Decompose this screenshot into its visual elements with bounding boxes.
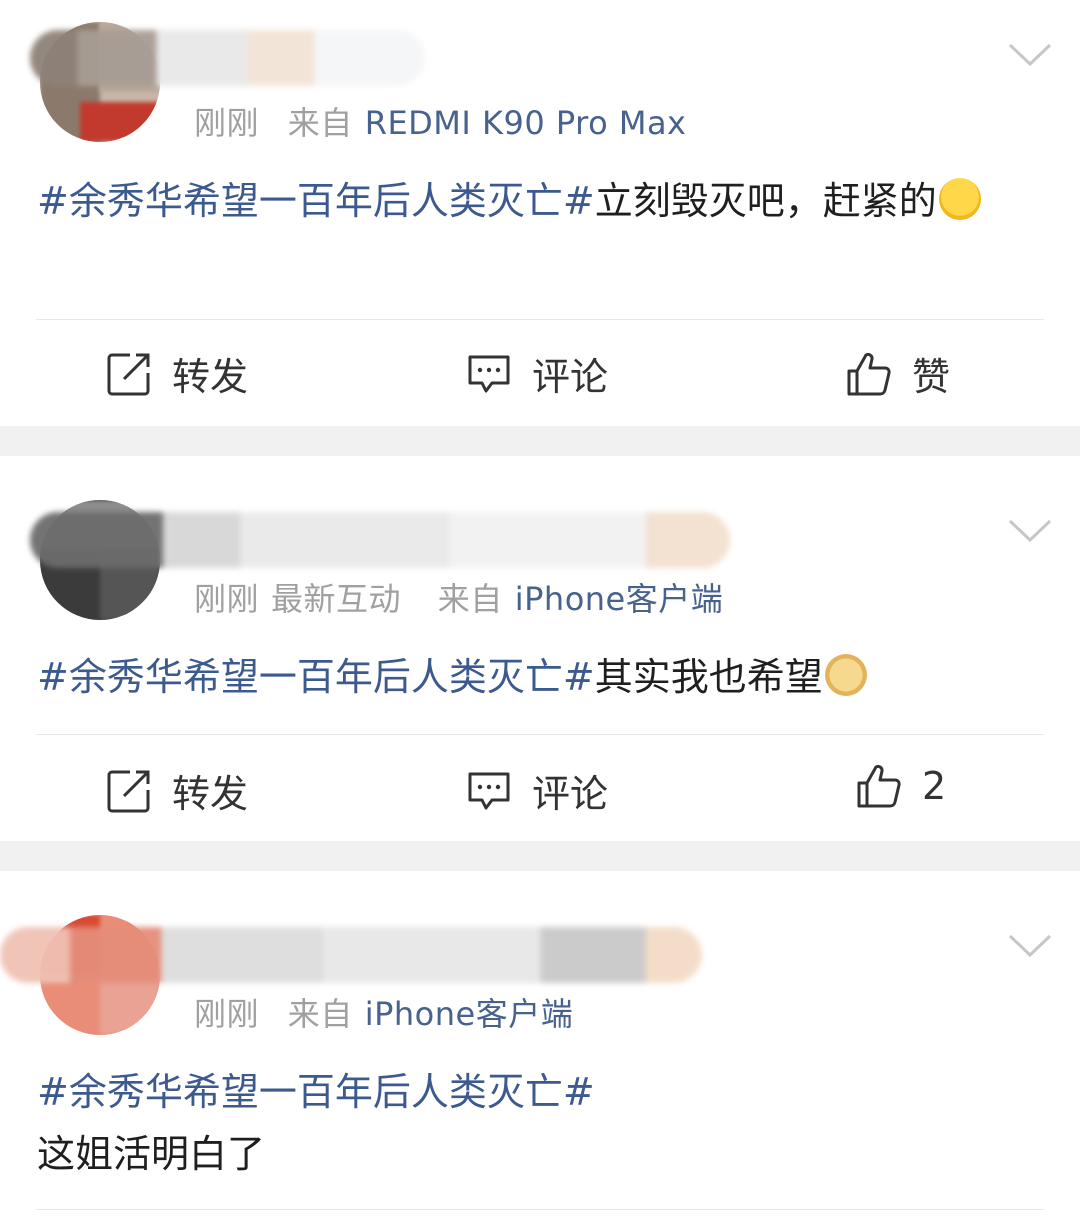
divider	[36, 1209, 1044, 1210]
post-source-prefix: 来自	[437, 580, 503, 618]
thumbs-up-icon	[857, 764, 901, 808]
post-source[interactable]: iPhone客户端	[365, 995, 574, 1033]
post-meta: 刚刚 最新互动 来自 iPhone客户端	[194, 574, 723, 620]
chevron-down-icon[interactable]	[1008, 518, 1052, 544]
post-source[interactable]: REDMI K90 Pro Max	[365, 104, 687, 142]
laughing-cry-emoji-icon	[938, 178, 981, 220]
post-1: 刚刚 来自 REDMI K90 Pro Max #余秀华希望一百年后人类灭亡#立刻…	[0, 0, 1080, 426]
divider	[36, 734, 1044, 735]
post-text: 其实我也希望	[594, 655, 823, 699]
post-2: 刚刚 最新互动 来自 iPhone客户端 #余秀华希望一百年后人类灭亡#其实我也希望…	[0, 456, 1080, 841]
post-meta: 刚刚 来自 iPhone客户端	[194, 989, 573, 1035]
post-time: 刚刚	[194, 104, 260, 142]
like-button[interactable]: 赞	[846, 346, 950, 401]
post-time: 刚刚	[194, 995, 260, 1033]
post-text: 立刻毁灭吧，赶紧的	[594, 179, 937, 223]
comment-icon	[468, 355, 510, 392]
post-extra: 最新互动	[271, 580, 402, 618]
chevron-down-icon[interactable]	[1008, 42, 1052, 68]
topic-link[interactable]: #余秀华希望一百年后人类灭亡#	[37, 1061, 1047, 1123]
like-count: 2	[922, 764, 947, 808]
post-text: 这姐活明白了	[37, 1132, 266, 1176]
like-label: 赞	[912, 355, 951, 399]
post-separator	[0, 841, 1080, 871]
post-separator	[0, 426, 1080, 456]
chevron-down-icon[interactable]	[1008, 933, 1052, 959]
topic-link[interactable]: #余秀华希望一百年后人类灭亡#	[37, 179, 595, 223]
post-meta: 刚刚 来自 REDMI K90 Pro Max	[194, 98, 686, 144]
comment-button[interactable]: 评论	[466, 346, 608, 401]
post-source[interactable]: iPhone客户端	[515, 580, 724, 618]
comment-icon	[468, 772, 510, 809]
repost-icon	[107, 353, 150, 395]
divider	[36, 319, 1044, 320]
post-source-prefix: 来自	[287, 995, 353, 1033]
username-blurred[interactable]	[0, 927, 702, 983]
repost-label: 转发	[172, 355, 249, 399]
post-source-prefix: 来自	[287, 104, 353, 142]
comment-label: 评论	[532, 772, 609, 816]
doge-emoji-icon	[824, 654, 867, 696]
username-blurred[interactable]	[30, 30, 425, 86]
post-content: #余秀华希望一百年后人类灭亡# 这姐活明白了	[37, 1061, 1047, 1185]
post-content: #余秀华希望一百年后人类灭亡#立刻毁灭吧，赶紧的	[37, 170, 1047, 232]
topic-link[interactable]: #余秀华希望一百年后人类灭亡#	[37, 655, 595, 699]
comment-label: 评论	[532, 355, 609, 399]
repost-icon	[107, 770, 150, 812]
comment-button[interactable]: 评论	[466, 763, 608, 818]
post-time: 刚刚	[194, 580, 260, 618]
username-blurred[interactable]	[30, 512, 730, 568]
repost-button[interactable]: 转发	[106, 346, 248, 401]
like-button[interactable]: 2	[856, 763, 946, 809]
post-3: 刚刚 来自 iPhone客户端 #余秀华希望一百年后人类灭亡# 这姐活明白了	[0, 871, 1080, 1216]
repost-label: 转发	[172, 772, 249, 816]
thumbs-up-icon	[847, 352, 891, 395]
repost-button[interactable]: 转发	[106, 763, 248, 818]
post-content: #余秀华希望一百年后人类灭亡#其实我也希望	[37, 646, 1047, 708]
